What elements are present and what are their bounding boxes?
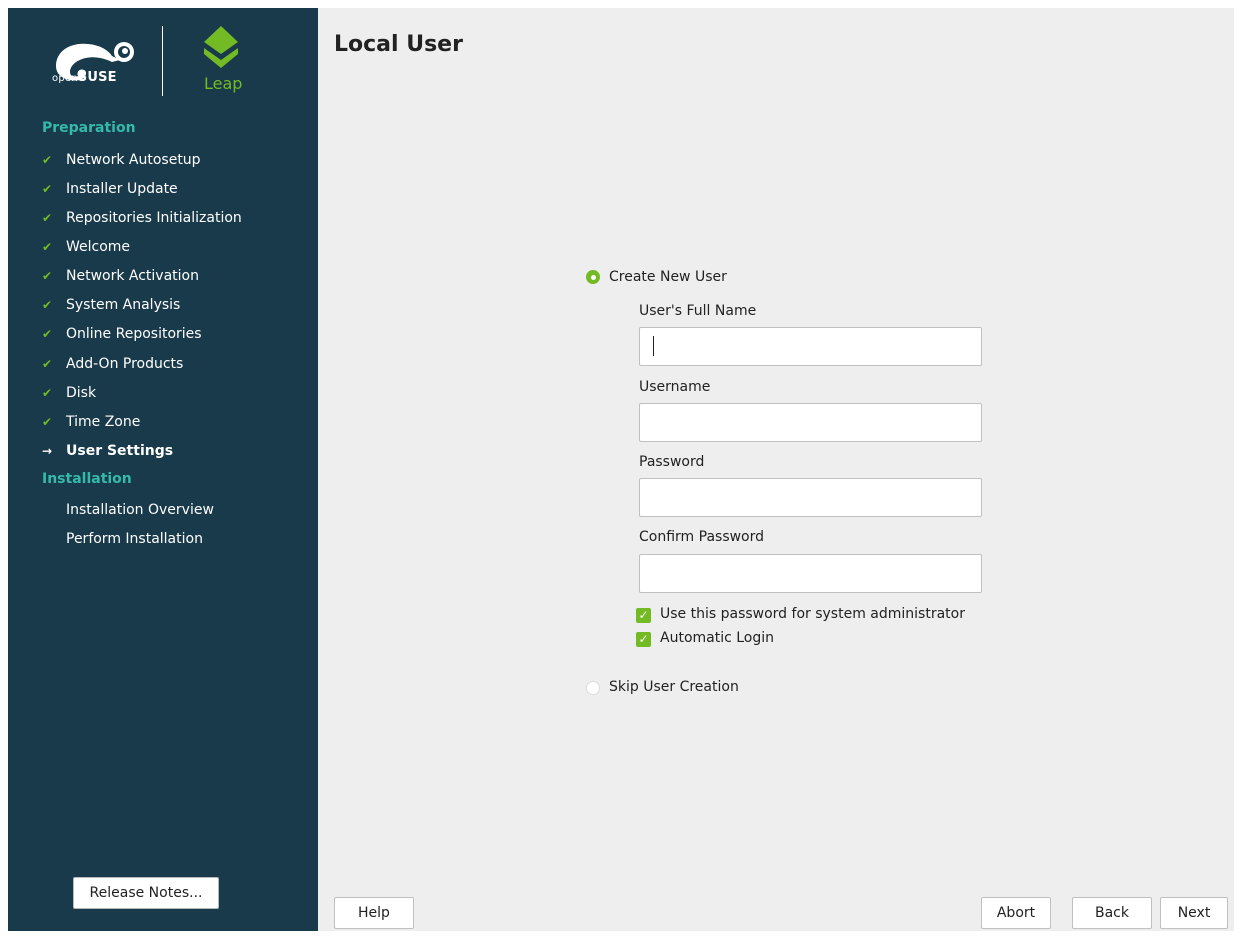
skip-user-label[interactable]: Skip User Creation	[609, 679, 739, 695]
sidebar-item-label: Network Autosetup	[66, 152, 201, 168]
leap-logo-icon	[204, 26, 238, 68]
page-title: Local User	[334, 32, 463, 57]
release-notes-button[interactable]: Release Notes...	[73, 877, 219, 909]
opensuse-wordmark: openSUSE	[52, 70, 117, 85]
create-user-radio[interactable]	[586, 270, 600, 284]
installer-window: openSUSE Leap Preparation ✔ Network Autos…	[8, 8, 1234, 931]
sidebar-item-time-zone: ✔ Time Zone	[42, 411, 140, 433]
sidebar-item-network-activation: ✔ Network Activation	[42, 265, 199, 287]
password-label: Password	[639, 454, 705, 470]
sidebar-item-system-analysis: ✔ System Analysis	[42, 294, 180, 316]
next-button[interactable]: Next	[1160, 897, 1228, 929]
check-icon: ✔	[42, 327, 53, 341]
check-icon: ✔	[42, 386, 53, 400]
sidebar-item-repositories-initialization: ✔ Repositories Initialization	[42, 207, 242, 229]
sidebar-item-label: Online Repositories	[66, 326, 202, 342]
leap-label: Leap	[204, 74, 243, 93]
username-label: Username	[639, 379, 711, 395]
text-caret	[653, 336, 654, 356]
sidebar-item-label: System Analysis	[66, 297, 181, 313]
check-icon: ✔	[42, 269, 53, 283]
sidebar-item-label: Repositories Initialization	[66, 210, 242, 226]
section-title-installation: Installation	[42, 471, 132, 487]
check-icon: ✔	[42, 415, 53, 429]
full-name-field[interactable]	[639, 327, 982, 366]
sidebar-item-label: Installation Overview	[66, 502, 214, 518]
sidebar-item-label: Network Activation	[66, 268, 199, 284]
logo-divider	[162, 26, 163, 96]
auto-login-checkbox[interactable]: ✓	[636, 632, 651, 647]
sidebar-item-installer-update: ✔ Installer Update	[42, 178, 178, 200]
sidebar-item-welcome: ✔ Welcome	[42, 236, 130, 258]
sidebar-item-label: User Settings	[66, 443, 174, 459]
sidebar-item-perform-installation: Perform Installation	[66, 528, 203, 550]
arrow-right-icon: →	[42, 444, 53, 458]
sidebar-item-label: Time Zone	[66, 414, 141, 430]
check-icon: ✔	[42, 182, 53, 196]
abort-button[interactable]: Abort	[981, 897, 1051, 929]
sidebar-item-label: Welcome	[66, 239, 131, 255]
wordmark-name: SUSE	[77, 70, 117, 85]
check-icon: ✔	[42, 240, 53, 254]
password-field[interactable]	[639, 478, 982, 517]
sidebar-item-label: Installer Update	[66, 181, 178, 197]
sidebar-item-label: Perform Installation	[66, 531, 203, 547]
sidebar-item-network-autosetup: ✔ Network Autosetup	[42, 149, 201, 171]
check-icon: ✔	[42, 153, 53, 167]
sidebar: openSUSE Leap Preparation ✔ Network Autos…	[8, 8, 318, 931]
sidebar-item-user-settings: → User Settings	[42, 440, 173, 462]
sidebar-item-label: Add-On Products	[66, 356, 184, 372]
sidebar-item-online-repositories: ✔ Online Repositories	[42, 323, 202, 345]
check-icon: ✔	[42, 357, 53, 371]
use-for-admin-label[interactable]: Use this password for system administrat…	[660, 606, 965, 622]
use-for-admin-checkbox[interactable]: ✓	[636, 608, 651, 623]
back-button[interactable]: Back	[1072, 897, 1152, 929]
create-user-label[interactable]: Create New User	[609, 269, 727, 285]
skip-user-radio[interactable]	[586, 681, 600, 695]
section-title-preparation: Preparation	[42, 120, 136, 136]
confirm-password-label: Confirm Password	[639, 529, 765, 545]
logo-area: openSUSE Leap	[8, 8, 318, 118]
check-icon: ✔	[42, 211, 53, 225]
full-name-label: User's Full Name	[639, 303, 757, 319]
username-field[interactable]	[639, 403, 982, 442]
sidebar-item-add-on-products: ✔ Add-On Products	[42, 353, 183, 375]
check-icon: ✔	[42, 298, 53, 312]
auto-login-label[interactable]: Automatic Login	[660, 630, 774, 646]
sidebar-item-label: Disk	[66, 385, 97, 401]
sidebar-item-disk: ✔ Disk	[42, 382, 96, 404]
wordmark-prefix: open	[52, 73, 78, 84]
sidebar-item-installation-overview: Installation Overview	[66, 499, 214, 521]
confirm-password-field[interactable]	[639, 554, 982, 593]
help-button[interactable]: Help	[334, 897, 414, 929]
